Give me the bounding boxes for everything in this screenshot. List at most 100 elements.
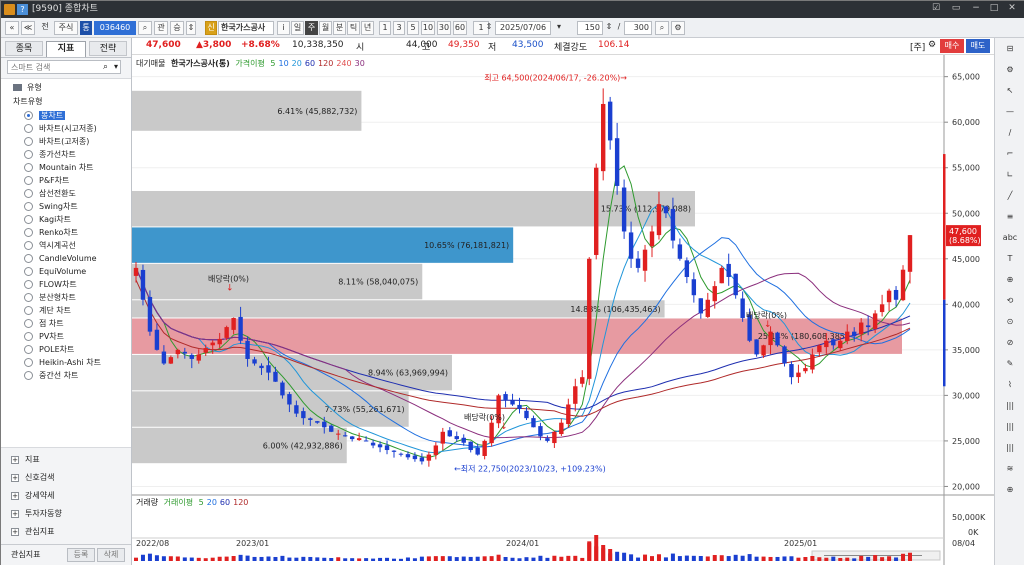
chart-area[interactable]: 6.41% (45,882,732) 15.73% (112,979,088) 10… xyxy=(132,55,994,565)
draw-tool-1[interactable]: ⚙ xyxy=(1002,63,1018,77)
expand-icon[interactable]: + xyxy=(11,527,19,536)
spin3-icon[interactable]: ⇕ xyxy=(604,21,614,35)
tab-strategy[interactable]: 전략 xyxy=(89,41,127,56)
radio-icon[interactable] xyxy=(24,371,33,380)
period-tab-1[interactable]: 일 xyxy=(291,21,304,35)
interval-button-60[interactable]: 60 xyxy=(453,21,467,35)
category-item[interactable]: + 강세약세 xyxy=(11,489,54,503)
chart-type-item[interactable]: 계단 차트 xyxy=(24,304,129,317)
register-button[interactable]: 등록 xyxy=(67,548,95,562)
chart-type-item[interactable]: 바차트(시고저종) xyxy=(24,122,129,135)
radio-icon[interactable] xyxy=(24,345,33,354)
chart-type-item[interactable]: Kagi차트 xyxy=(24,213,129,226)
period-tab-4[interactable]: 분 xyxy=(333,21,346,35)
interval-button-3[interactable]: 3 xyxy=(393,21,405,35)
price-chart[interactable]: 6.41% (45,882,732) 15.73% (112,979,088) 10… xyxy=(132,55,994,565)
chart-type-item[interactable]: 점 차트 xyxy=(24,317,129,330)
radio-icon[interactable] xyxy=(24,241,33,250)
chart-type-item[interactable]: 중간선 차트 xyxy=(24,369,129,382)
sell-button[interactable]: 매수 xyxy=(940,39,964,53)
dropdown-icon[interactable]: ▾ xyxy=(114,61,118,73)
chart-type-item[interactable]: 봉차트 xyxy=(24,109,129,122)
calendar-icon[interactable]: ▾ xyxy=(553,21,565,35)
chart-type-item[interactable]: CandleVolume xyxy=(24,252,129,265)
chart-type-item[interactable]: 삼선전환도 xyxy=(24,187,129,200)
chart-type-item[interactable]: POLE차트 xyxy=(24,343,129,356)
draw-tool-17[interactable]: ||| xyxy=(1002,399,1018,413)
chart-type-item[interactable]: 종가선차트 xyxy=(24,148,129,161)
draw-tool-8[interactable]: ≡ xyxy=(1002,210,1018,224)
restore-icon[interactable]: ▭ xyxy=(949,3,963,13)
type-badge[interactable]: 통 xyxy=(80,21,92,35)
draw-tool-0[interactable]: ⊟ xyxy=(1002,42,1018,56)
chart-type-item[interactable]: EquiVolume xyxy=(24,265,129,278)
radio-icon[interactable] xyxy=(24,332,33,341)
chart-type-item[interactable]: Heikin-Ashi 차트 xyxy=(24,356,129,369)
radio-icon[interactable] xyxy=(24,189,33,198)
prev-label[interactable]: 전 xyxy=(37,21,53,35)
category-item[interactable]: + 신호검색 xyxy=(11,471,54,485)
collapse-button[interactable]: « xyxy=(5,21,19,35)
draw-tool-10[interactable]: T xyxy=(1002,252,1018,266)
help-icon[interactable]: ? xyxy=(17,4,28,15)
bars-input[interactable]: 150 xyxy=(577,21,603,35)
smart-search-input[interactable] xyxy=(8,61,94,73)
link2-button[interactable]: 승 xyxy=(170,21,184,35)
interval-button-10[interactable]: 10 xyxy=(421,21,435,35)
radio-icon[interactable] xyxy=(24,150,33,159)
draw-tool-21[interactable]: ⊕ xyxy=(1002,483,1018,497)
chart-type-item[interactable]: 분산형차트 xyxy=(24,291,129,304)
draw-tool-18[interactable]: ||| xyxy=(1002,420,1018,434)
radio-icon[interactable] xyxy=(24,254,33,263)
expand-icon[interactable]: + xyxy=(11,473,19,482)
period-tab-0[interactable]: i xyxy=(277,21,290,35)
chart-type-item[interactable]: 바차트(고저종) xyxy=(24,135,129,148)
radio-icon[interactable] xyxy=(24,306,33,315)
radio-icon[interactable] xyxy=(24,137,33,146)
period-tab-6[interactable]: 년 xyxy=(361,21,374,35)
interval-button-1[interactable]: 1 xyxy=(379,21,391,35)
minimize-icon[interactable]: − xyxy=(969,3,983,13)
search-icon[interactable]: ⌕ xyxy=(103,61,108,73)
radio-icon[interactable] xyxy=(24,163,33,172)
spin-icon[interactable]: ⇕ xyxy=(186,21,196,35)
period-tab-2[interactable]: 주 xyxy=(305,21,318,35)
radio-icon[interactable] xyxy=(24,124,33,133)
draw-tool-9[interactable]: abc xyxy=(1002,231,1018,245)
draw-tool-15[interactable]: ✎ xyxy=(1002,357,1018,371)
radio-icon[interactable] xyxy=(24,293,33,302)
draw-tool-2[interactable]: ↖ xyxy=(1002,84,1018,98)
bars-total-input[interactable]: 300 xyxy=(624,21,652,35)
radio-icon[interactable] xyxy=(24,280,33,289)
prev-button[interactable]: ≪ xyxy=(21,21,35,35)
radio-icon[interactable] xyxy=(24,319,33,328)
tree-root-label[interactable]: 유형 xyxy=(27,81,42,94)
draw-tool-4[interactable]: ∕ xyxy=(1002,126,1018,140)
maximize-icon[interactable]: □ xyxy=(987,3,1001,13)
radio-icon[interactable] xyxy=(24,267,33,276)
tab-indicators[interactable]: 지표 xyxy=(46,41,86,57)
category-item[interactable]: + 투자자동향 xyxy=(11,507,62,521)
search-icon[interactable]: ⌕ xyxy=(138,21,152,35)
chart-type-item[interactable]: Swing차트 xyxy=(24,200,129,213)
chart-type-item[interactable]: 역시계곡선 xyxy=(24,239,129,252)
draw-tool-3[interactable]: — xyxy=(1002,105,1018,119)
draw-tool-12[interactable]: ⟲ xyxy=(1002,294,1018,308)
spin2-icon[interactable]: ⇕ xyxy=(484,21,494,35)
buy-button[interactable]: 매도 xyxy=(966,39,990,53)
expand-icon[interactable]: + xyxy=(11,491,19,500)
code-input[interactable]: 036460 xyxy=(94,21,136,35)
category-item[interactable]: + 관심지표 xyxy=(11,525,54,539)
period-tab-3[interactable]: 월 xyxy=(319,21,332,35)
chart-type-item[interactable]: P&F차트 xyxy=(24,174,129,187)
settings-icon[interactable]: ⚙ xyxy=(928,40,936,50)
draw-tool-19[interactable]: ||| xyxy=(1002,441,1018,455)
draw-tool-14[interactable]: ⊘ xyxy=(1002,336,1018,350)
link-button[interactable]: 관 xyxy=(154,21,168,35)
date-input[interactable]: 2025/07/06 xyxy=(495,21,551,35)
draw-tool-20[interactable]: ≋ xyxy=(1002,462,1018,476)
radio-icon[interactable] xyxy=(24,228,33,237)
smart-search-box[interactable]: ⌕ ▾ xyxy=(7,60,121,74)
delete-button[interactable]: 삭제 xyxy=(97,548,125,562)
draw-tool-16[interactable]: ⌇ xyxy=(1002,378,1018,392)
